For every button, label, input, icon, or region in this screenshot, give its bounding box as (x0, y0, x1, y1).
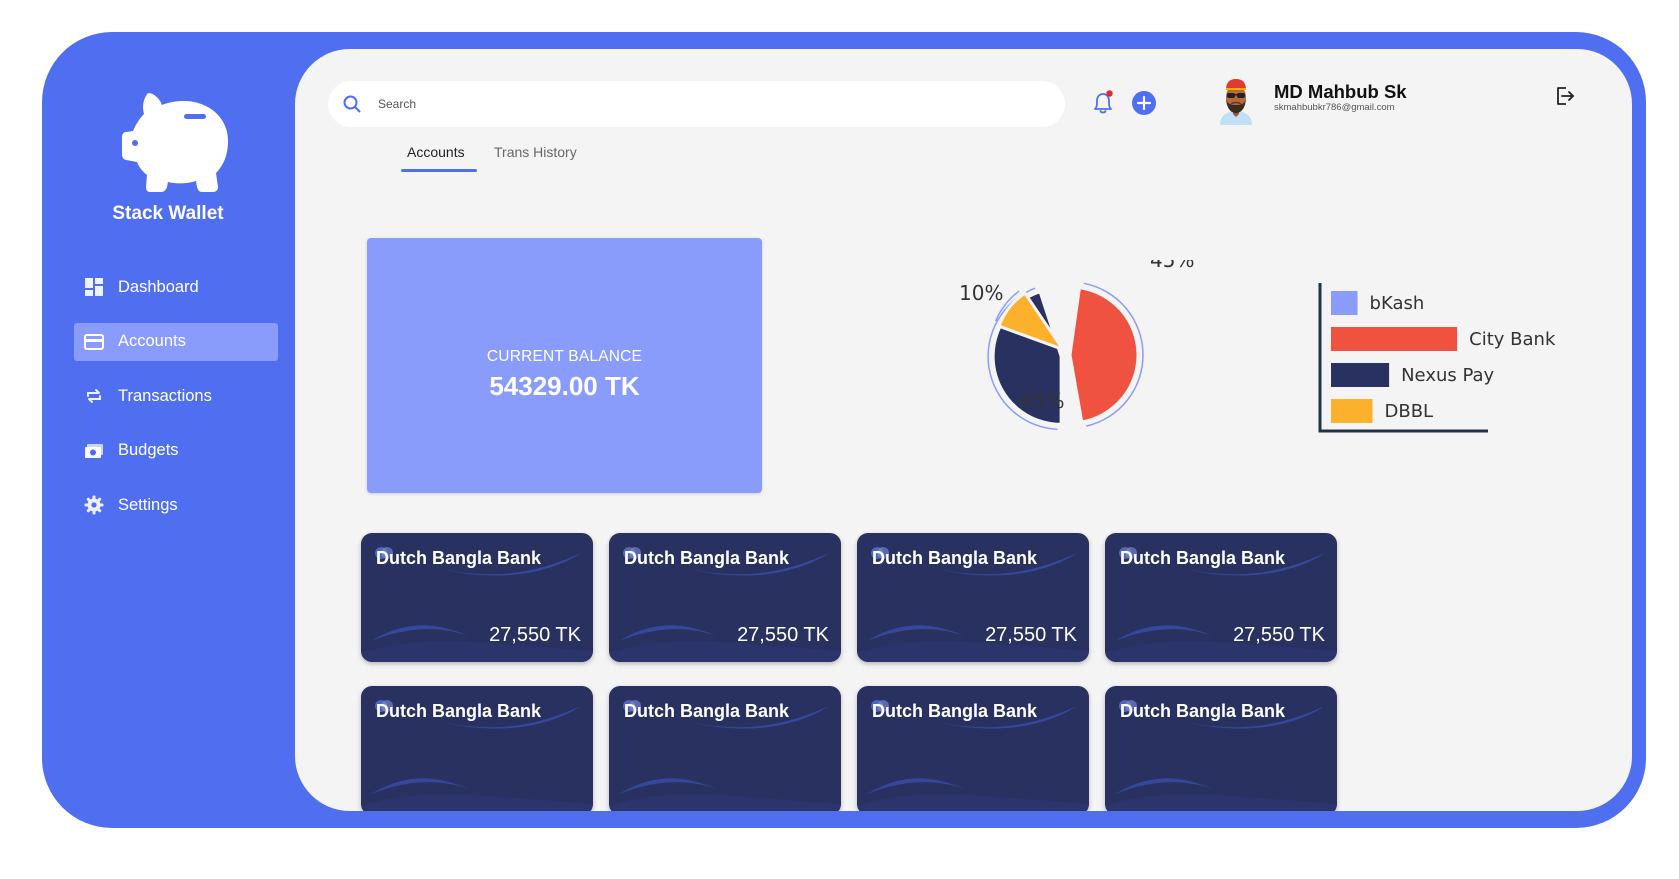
search-bar[interactable] (328, 81, 1065, 127)
bar-label: Nexus Pay (1401, 365, 1494, 386)
sidebar-item-budgets[interactable]: Budgets (74, 432, 278, 470)
bank-name: Dutch Bangla Bank (1120, 701, 1286, 721)
account-card[interactable]: Dutch Bangla Bank (1105, 686, 1337, 811)
bank-name: Dutch Bangla Bank (624, 701, 790, 721)
bar (1331, 399, 1373, 423)
piggy-bank-logo-icon (114, 87, 234, 192)
active-tab-indicator (401, 169, 477, 172)
bank-name: Dutch Bangla Bank (624, 548, 790, 568)
bank-amount: 27,550 TK (985, 624, 1077, 646)
account-card[interactable]: Dutch Bangla Bank (609, 686, 841, 811)
account-card[interactable]: Dutch Bangla Bank (361, 686, 593, 811)
sidebar-item-label: Transactions (118, 386, 212, 405)
pie-slice (1068, 285, 1140, 424)
search-icon[interactable] (342, 94, 362, 114)
bar (1331, 327, 1458, 351)
money-icon (84, 441, 104, 461)
account-card[interactable]: Dutch Bangla Bank 27,550 TK (1105, 533, 1337, 662)
tab-trans-history[interactable]: Trans History (494, 144, 577, 160)
bank-amount: 27,550 TK (489, 624, 581, 646)
pie-slice-label: 45% (1020, 389, 1064, 413)
main-panel: MD Mahbub Sk skmahbubkr786@gmail.com Acc… (295, 49, 1632, 811)
bar (1331, 363, 1390, 387)
pie-slice-label: 10% (959, 281, 1003, 305)
bank-name: Dutch Bangla Bank (376, 548, 542, 568)
sidebar-item-settings[interactable]: Settings (74, 486, 278, 524)
sidebar-item-accounts[interactable]: Accounts (74, 322, 278, 361)
account-card[interactable]: Dutch Bangla Bank 27,550 TK (857, 533, 1089, 662)
bar-label: City Bank (1469, 329, 1556, 350)
bar (1331, 291, 1358, 315)
account-card[interactable]: Dutch Bangla Bank 27,550 TK (609, 533, 841, 662)
transfer-icon (84, 386, 104, 406)
notification-bell-icon[interactable] (1090, 89, 1116, 117)
tab-accounts[interactable]: Accounts (407, 144, 465, 160)
sidebar-item-transactions[interactable]: Transactions (74, 377, 278, 415)
account-card[interactable]: Dutch Bangla Bank 27,550 TK (361, 533, 593, 662)
dashboard-icon (84, 277, 104, 297)
user-email: skmahbubkr786@gmail.com (1274, 102, 1395, 113)
balance-label: CURRENT BALANCE (486, 348, 643, 365)
card-icon (84, 332, 104, 352)
bar-label: DBBL (1385, 401, 1434, 422)
current-balance-card: CURRENT BALANCE 54329.00 TK (367, 238, 762, 493)
gear-icon (84, 495, 104, 515)
logout-icon[interactable] (1554, 85, 1576, 107)
bar-label: bKash (1370, 293, 1425, 314)
sidebar-item-dashboard[interactable]: Dashboard (74, 268, 278, 306)
sidebar-item-label: Dashboard (118, 277, 199, 296)
bank-name: Dutch Bangla Bank (872, 548, 1038, 568)
account-card[interactable]: Dutch Bangla Bank (857, 686, 1089, 811)
sidebar: Stack Wallet Dashboard Accounts Transact… (42, 32, 294, 828)
account-bar-chart: bKash City Bank Nexus Pay DBBL (1318, 283, 1556, 433)
app-frame: Stack Wallet Dashboard Accounts Transact… (42, 32, 1646, 828)
bank-amount: 27,550 TK (737, 624, 829, 646)
brand-name: Stack Wallet (112, 203, 224, 224)
sidebar-item-label: Budgets (118, 441, 179, 459)
add-button[interactable] (1131, 90, 1157, 116)
bank-name: Dutch Bangla Bank (376, 701, 542, 721)
pie-slice-label: 45% (1150, 260, 1194, 272)
bank-name: Dutch Bangla Bank (1120, 548, 1286, 568)
search-input[interactable] (376, 96, 980, 112)
sidebar-item-label: Accounts (118, 332, 186, 350)
sidebar-item-label: Settings (118, 495, 178, 514)
sidebar-nav: Dashboard Accounts Transactions Budgets (74, 268, 278, 541)
bank-name: Dutch Bangla Bank (872, 701, 1038, 721)
user-name: MD Mahbub Sk (1274, 81, 1407, 102)
account-share-pie-chart: 45% 45% 10% (959, 260, 1194, 431)
balance-value: 54329.00 TK (489, 371, 640, 401)
bank-amount: 27,550 TK (1233, 624, 1325, 646)
avatar[interactable] (1216, 77, 1256, 125)
